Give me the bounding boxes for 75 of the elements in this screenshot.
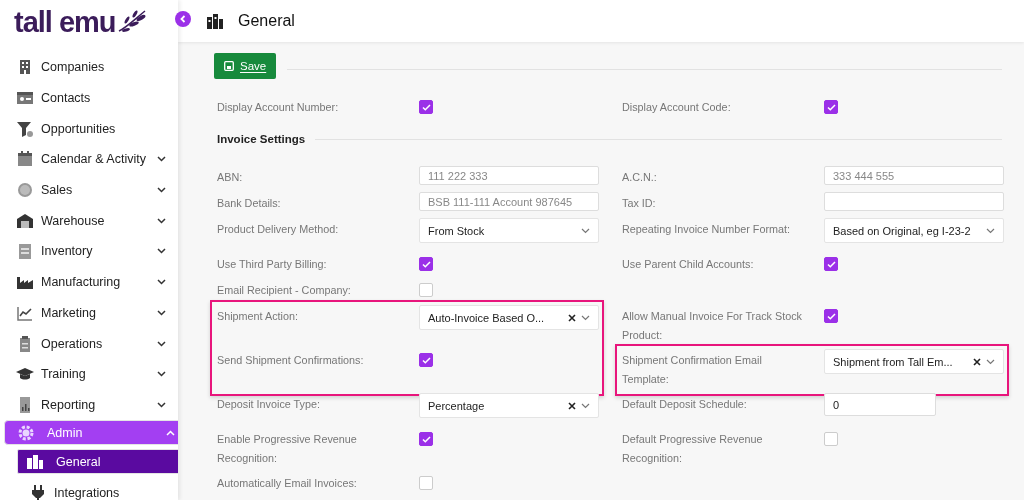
nav-item[interactable]: Manufacturing <box>0 266 178 298</box>
leaf-sprig-icon <box>116 9 147 35</box>
nav-subitem[interactable]: Integrations <box>17 478 178 500</box>
chevron-down-icon <box>581 402 590 409</box>
checkbox[interactable] <box>824 257 838 271</box>
dropdown[interactable]: Shipment from Tall Em... <box>824 349 1004 374</box>
nav-item[interactable]: Marketing <box>0 297 178 329</box>
text-field[interactable]: 333 444 555 <box>824 166 1004 185</box>
nav-item[interactable]: Companies <box>0 52 178 83</box>
field-label: Allow Manual Invoice For Track Stock Product: <box>622 309 803 343</box>
field-label: Display Account Number: <box>217 100 340 115</box>
nav-item[interactable]: Warehouse <box>0 205 178 237</box>
clipboard-icon <box>16 242 34 261</box>
calendar-icon <box>16 150 34 169</box>
funnel-icon <box>16 119 34 138</box>
page-title: General <box>238 12 295 30</box>
chevron-down-icon <box>581 314 590 321</box>
nav-item[interactable]: Inventory <box>0 236 178 267</box>
nav-item[interactable]: Training <box>0 358 178 390</box>
chevron-down-icon <box>986 227 995 234</box>
field-label: ABN: <box>217 170 244 185</box>
field-label: Shipment Action: <box>217 309 300 324</box>
field-label: Default Deposit Schedule: <box>622 397 748 412</box>
field-label: Email Recipient - Company: <box>217 283 352 298</box>
logo-text: tall emu <box>14 7 116 37</box>
text-field[interactable]: BSB 111-111 Account 987645 <box>419 192 599 211</box>
buildings-icon <box>26 452 44 471</box>
field-label: Display Account Code: <box>622 100 732 115</box>
clear-icon[interactable] <box>568 401 576 410</box>
warehouse-icon <box>16 211 34 230</box>
chevron-down-icon <box>986 358 995 365</box>
checkbox[interactable] <box>419 353 433 367</box>
section-heading: Invoice Settings <box>217 133 306 145</box>
field-label: Use Third Party Billing: <box>217 257 328 272</box>
clear-icon[interactable] <box>568 313 576 322</box>
field-label: Automatically Email Invoices: <box>217 476 358 491</box>
checkbox[interactable] <box>419 257 433 271</box>
field-label: Product Delivery Method: <box>217 222 340 237</box>
field-label: Send Shipment Confirmations: <box>217 353 365 368</box>
text-field[interactable] <box>824 192 1004 211</box>
nav-item[interactable]: Opportunities <box>0 113 178 145</box>
nav-item[interactable]: Contacts <box>0 82 178 114</box>
field-label: Default Progressive Revenue Recognition: <box>622 432 764 466</box>
nav-item[interactable]: Sales <box>0 174 178 206</box>
field-label: Shipment Confirmation Email Template: <box>622 353 763 387</box>
field-label: A.C.N.: <box>622 170 658 185</box>
checkbox[interactable] <box>419 432 433 446</box>
nav-item[interactable]: Admin <box>4 420 178 446</box>
text-field[interactable]: 0 <box>824 393 936 416</box>
chevron-down-icon <box>581 227 590 234</box>
clear-icon[interactable] <box>973 357 981 366</box>
save-button[interactable]: Save <box>214 53 277 79</box>
buildings-icon <box>206 13 224 29</box>
chevron-left-icon <box>179 15 187 23</box>
field-label: Repeating Invoice Number Format: <box>622 222 792 237</box>
field-label: Use Parent Child Accounts: <box>622 257 755 272</box>
checkbox[interactable] <box>824 309 838 323</box>
field-label: Deposit Invoice Type: <box>217 397 322 412</box>
dropdown[interactable]: Based on Original, eg I-23-2 <box>824 218 1004 243</box>
checkbox[interactable] <box>824 100 838 114</box>
dropdown[interactable]: From Stock <box>419 218 599 243</box>
nav-item[interactable]: Calendar & Activity <box>0 144 178 175</box>
gear-icon <box>17 423 35 442</box>
dropdown[interactable]: Percentage <box>419 393 599 418</box>
coin-icon <box>16 181 34 200</box>
nav-item[interactable]: Reporting <box>0 389 178 421</box>
plug-icon <box>29 483 47 500</box>
nav-item[interactable]: Operations <box>0 328 178 359</box>
checkbox[interactable] <box>419 100 433 114</box>
text-field[interactable]: 111 222 333 <box>419 166 599 185</box>
field-label: Enable Progressive Revenue Recognition: <box>217 432 358 466</box>
field-label: Tax ID: <box>622 196 657 211</box>
nav-subitem[interactable]: General <box>17 449 178 475</box>
dropdown[interactable]: Auto-Invoice Based O... <box>419 305 599 330</box>
field-label: Bank Details: <box>217 196 282 211</box>
